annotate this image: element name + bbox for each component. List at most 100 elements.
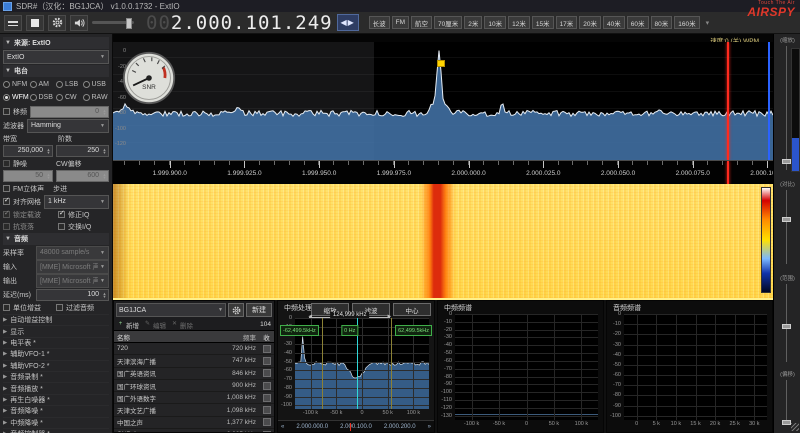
spinner-icon[interactable]: ▲▼ xyxy=(101,292,108,298)
plugin-header-音频降噪[interactable]: ▶音频降噪 * xyxy=(3,405,109,416)
mode-radio-lsb[interactable]: LSB xyxy=(56,78,83,91)
band-button-15米[interactable]: 15米 xyxy=(532,16,554,29)
band-button-长波[interactable]: 长波 xyxy=(369,16,390,29)
shift-checkbox[interactable] xyxy=(3,108,10,115)
action-新增[interactable]: +新增 xyxy=(117,320,139,330)
plugin-header-辅助VFO-1[interactable]: ▶辅助VFO-1 * xyxy=(3,348,109,359)
row-checkbox[interactable] xyxy=(263,345,271,353)
audio-output-select[interactable]: [MME] Microsoft 声音映射器▼ xyxy=(36,274,109,288)
plugin-header-音频控制器[interactable]: ▶音频控制器 * xyxy=(3,428,109,433)
latency-input[interactable]: 100▲▼ xyxy=(36,289,109,301)
samplerate-select[interactable]: 48000 sample/s▼ xyxy=(36,246,109,260)
source-select[interactable]: ExtIO▼ xyxy=(3,50,109,64)
band-button-60米[interactable]: 60米 xyxy=(627,16,649,29)
spinner-icon[interactable]: ▲▼ xyxy=(45,148,52,154)
band-button-FM[interactable]: FM xyxy=(392,16,409,29)
squelch-input[interactable]: 50▲▼ xyxy=(3,170,53,182)
order-input[interactable]: 250▲▼ xyxy=(56,145,109,157)
band-button-80米[interactable]: 80米 xyxy=(651,16,673,29)
squelch-checkbox[interactable] xyxy=(3,160,10,167)
snap-grid-checkbox[interactable] xyxy=(3,198,10,205)
rf-spectrum-display[interactable]: 0-20-40-60-80-100-120 SNR xyxy=(113,42,773,160)
frequency-step-button[interactable]: ◀▶ xyxy=(337,14,359,31)
correct-iq-checkbox[interactable] xyxy=(58,211,65,218)
start-stop-button[interactable] xyxy=(26,15,44,31)
table-row[interactable]: 国广环球资讯900 kHz xyxy=(114,380,274,392)
table-row[interactable]: 天津滨海广播747 kHz xyxy=(114,355,274,367)
filter-select[interactable]: Hamming▼ xyxy=(27,119,109,133)
slider-thumb-2[interactable] xyxy=(782,324,791,329)
plugin-header-再生白噪器[interactable]: ▶再生白噪器 * xyxy=(3,394,109,405)
bandwidth-input[interactable]: 250,000▲▼ xyxy=(3,145,53,157)
vfo-tuning-line[interactable] xyxy=(727,42,729,160)
plugin-header-音频录制[interactable]: ▶音频录制 * xyxy=(3,371,109,382)
filter-audio-checkbox[interactable] xyxy=(56,304,63,311)
shift-input[interactable]: 0▲▼ xyxy=(30,106,109,118)
table-row[interactable]: 国广外语数字1,008 kHz xyxy=(114,392,274,404)
plugin-header-电平表[interactable]: ▶电平表 * xyxy=(3,337,109,348)
row-checkbox[interactable] xyxy=(263,406,271,414)
new-entry-button[interactable]: 新建 xyxy=(246,303,272,317)
band-more-arrow-icon[interactable]: ▾ xyxy=(706,19,710,27)
table-row[interactable]: 中国之声1,377 kHz xyxy=(114,417,274,429)
mode-radio-wfm[interactable]: WFM xyxy=(3,91,30,104)
slider-thumb-1[interactable] xyxy=(782,217,791,222)
mode-radio-cw[interactable]: CW xyxy=(56,91,83,104)
lock-carrier-checkbox[interactable] xyxy=(3,211,10,218)
slider-track-3[interactable] xyxy=(786,380,787,424)
spinner-icon[interactable]: ▲▼ xyxy=(101,148,108,154)
band-button-17米[interactable]: 17米 xyxy=(556,16,578,29)
footer-left-icon[interactable]: « xyxy=(281,424,284,430)
source-section-header[interactable]: ▼来源: ExtIO xyxy=(3,37,109,49)
slider-thumb-0[interactable] xyxy=(782,159,791,164)
slider-thumb-3[interactable] xyxy=(782,420,791,425)
spinner-icon[interactable]: ▲▼ xyxy=(101,109,108,115)
waterfall-display[interactable] xyxy=(113,184,773,300)
footer-right-icon[interactable]: » xyxy=(428,424,431,430)
fm-stereo-checkbox[interactable] xyxy=(3,185,10,192)
row-checkbox[interactable] xyxy=(263,394,271,402)
table-row[interactable]: 天津文艺广播1,098 kHz xyxy=(114,404,274,416)
col-header-check[interactable]: 收 xyxy=(259,332,274,342)
mode-radio-dsb[interactable]: DSB xyxy=(30,91,57,104)
plugin-header-辅助VFO-2[interactable]: ▶辅助VFO-2 * xyxy=(3,360,109,371)
radio-section-header[interactable]: ▼电台 xyxy=(3,65,109,77)
filter-edge-right[interactable] xyxy=(391,318,392,409)
volume-slider-thumb[interactable] xyxy=(126,18,132,29)
band-button-12米[interactable]: 12米 xyxy=(508,16,530,29)
settings-button[interactable] xyxy=(48,15,66,31)
plugin-header-自动增益控制[interactable]: ▶自动增益控制 xyxy=(3,314,109,325)
row-checkbox[interactable] xyxy=(263,418,271,426)
table-row[interactable]: CNR-16,025 kHz xyxy=(114,429,274,433)
mode-radio-raw[interactable]: RAW xyxy=(83,91,110,104)
frequency-scale[interactable]: 1.999.900.01.999.925.01.999.950.01.999.9… xyxy=(113,160,773,185)
slider-track-1[interactable] xyxy=(786,190,787,264)
row-checkbox[interactable] xyxy=(263,369,271,377)
band-button-160米[interactable]: 160米 xyxy=(674,16,699,29)
band-button-40米[interactable]: 40米 xyxy=(603,16,625,29)
audio-section-header[interactable]: ▼音频 xyxy=(3,233,109,245)
cw-shift-input[interactable]: 600▲▼ xyxy=(56,170,109,182)
mode-radio-usb[interactable]: USB xyxy=(83,78,110,91)
swap-iq-checkbox[interactable] xyxy=(58,223,65,230)
resize-grip-icon[interactable] xyxy=(791,423,799,431)
plugin-header-中频降噪[interactable]: ▶中频降噪 * xyxy=(3,417,109,428)
manager-settings-button[interactable] xyxy=(228,303,244,317)
slider-track-0[interactable] xyxy=(786,46,787,170)
band-button-航空[interactable]: 航空 xyxy=(411,16,432,29)
band-button-2米[interactable]: 2米 xyxy=(464,16,482,29)
table-row[interactable]: 国广英语资讯846 kHz xyxy=(114,368,274,380)
if-center-button[interactable]: 中心 xyxy=(393,303,431,316)
mute-button[interactable] xyxy=(70,15,88,31)
filter-edge-left[interactable] xyxy=(322,318,323,409)
mode-radio-nfm[interactable]: NFM xyxy=(3,78,30,91)
menu-button[interactable] xyxy=(4,15,22,31)
plugin-header-显示[interactable]: ▶显示 xyxy=(3,325,109,336)
row-checkbox[interactable] xyxy=(263,382,271,390)
step-size-select[interactable]: 1 kHz▼ xyxy=(44,195,109,209)
audio-input-select[interactable]: [MME] Microsoft 声音映射器▼ xyxy=(36,260,109,274)
col-header-name[interactable]: 名称 xyxy=(114,332,212,342)
mode-radio-am[interactable]: AM xyxy=(30,78,57,91)
band-button-70厘米[interactable]: 70厘米 xyxy=(434,16,462,29)
anti-fading-checkbox[interactable] xyxy=(3,223,10,230)
